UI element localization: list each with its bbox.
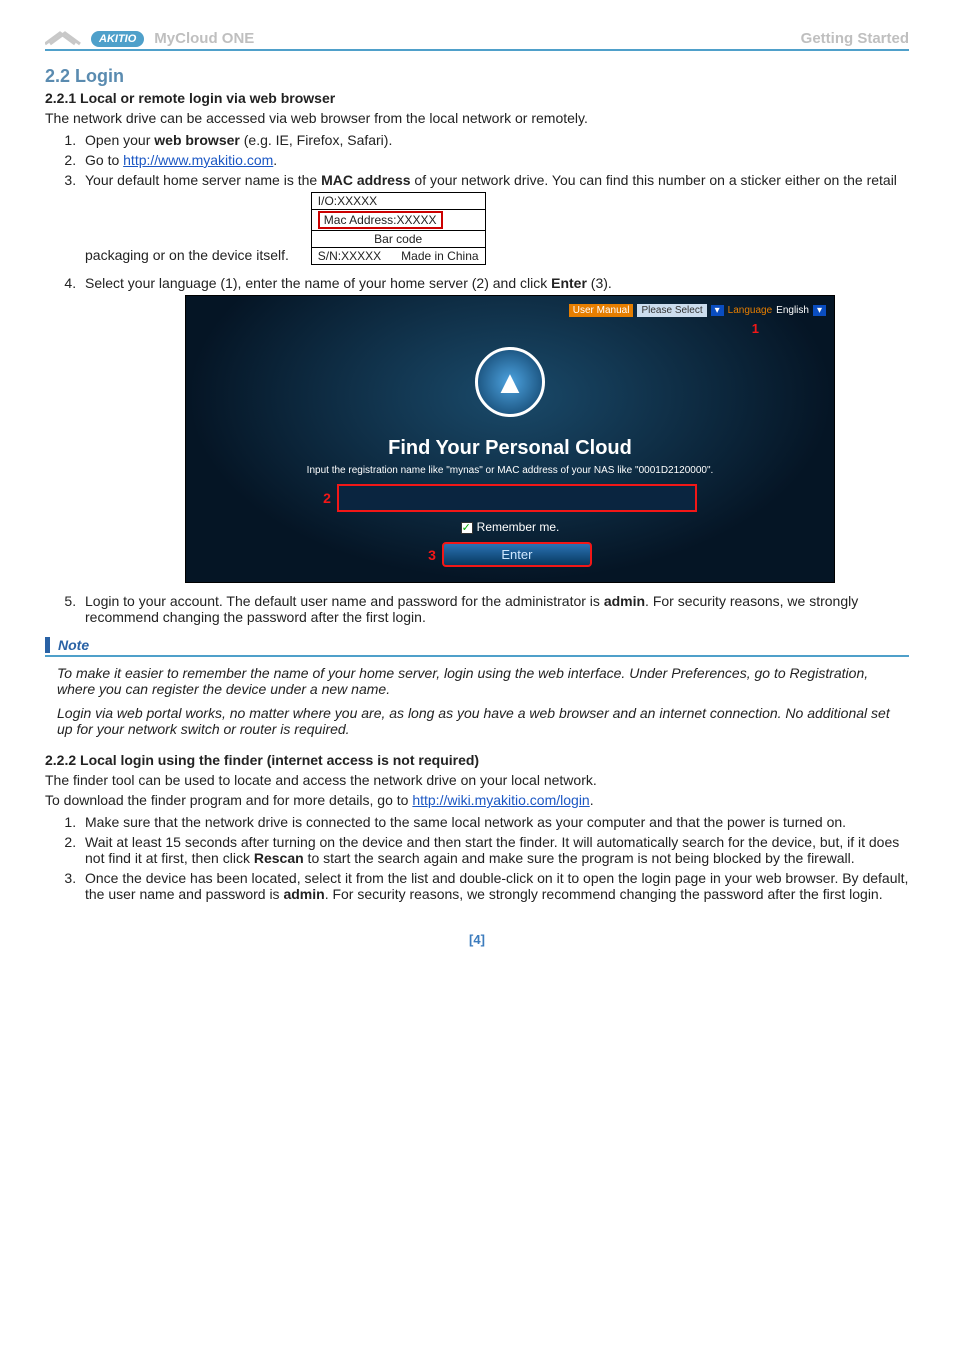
step-1: Open your web browser (e.g. IE, Firefox,… bbox=[80, 132, 909, 148]
intro-2b: To download the finder program and for m… bbox=[45, 792, 909, 808]
step-3: Your default home server name is the MAC… bbox=[80, 172, 909, 271]
product-title: MyCloud ONE bbox=[154, 30, 254, 47]
finder-step-2: Wait at least 15 seconds after turning o… bbox=[80, 834, 909, 866]
manual-select[interactable]: Please Select bbox=[637, 304, 706, 317]
finder-step-1: Make sure that the network drive is conn… bbox=[80, 814, 909, 830]
page-header: AKITIO MyCloud ONE Getting Started bbox=[45, 30, 909, 51]
intro-2a: The finder tool can be used to locate an… bbox=[45, 772, 909, 788]
language-label: Language bbox=[728, 305, 773, 316]
cloud-logo-icon: ▲ bbox=[475, 347, 545, 417]
marker-1: 1 bbox=[752, 321, 759, 336]
label-barcode: Bar code bbox=[312, 231, 485, 248]
portal-top-bar: User Manual Please Select ▾ Language Eng… bbox=[186, 304, 834, 317]
myakitio-link[interactable]: http://www.myakitio.com bbox=[123, 152, 273, 168]
note-divider bbox=[45, 655, 909, 657]
language-value: English bbox=[776, 305, 809, 316]
dropdown-icon[interactable]: ▾ bbox=[711, 305, 724, 316]
section-title: Getting Started bbox=[801, 30, 909, 47]
finder-step-3: Once the device has been located, select… bbox=[80, 870, 909, 902]
heading-2-2-2: 2.2.2 Local login using the finder (inte… bbox=[45, 752, 909, 768]
heading-2-2: 2.2 Login bbox=[45, 66, 909, 87]
label-io: I/O:XXXXX bbox=[312, 193, 485, 210]
note-title: Note bbox=[45, 637, 909, 653]
remember-checkbox[interactable] bbox=[461, 522, 473, 534]
note-block: Note To make it easier to remember the n… bbox=[45, 637, 909, 737]
portal-title: Find Your Personal Cloud bbox=[186, 437, 834, 460]
intro-text: The network drive can be accessed via we… bbox=[45, 110, 909, 126]
steps-list-2: Make sure that the network drive is conn… bbox=[80, 814, 909, 902]
note-p2: Login via web portal works, no matter wh… bbox=[57, 705, 897, 737]
chevron-icon bbox=[45, 31, 85, 46]
server-name-input[interactable] bbox=[337, 484, 697, 512]
portal-screenshot: User Manual Please Select ▾ Language Eng… bbox=[185, 295, 835, 583]
steps-list-1: Open your web browser (e.g. IE, Firefox,… bbox=[80, 132, 909, 625]
marker-2: 2 bbox=[323, 490, 331, 506]
step-4: Select your language (1), enter the name… bbox=[80, 275, 909, 583]
label-mac: Mac Address:XXXXX bbox=[312, 210, 485, 231]
user-manual-label: User Manual bbox=[569, 304, 634, 317]
remember-row: Remember me. bbox=[186, 520, 834, 534]
logo-badge: AKITIO bbox=[91, 31, 144, 47]
wiki-link[interactable]: http://wiki.myakitio.com/login bbox=[412, 792, 589, 808]
label-sn-row: S/N:XXXXX Made in China bbox=[312, 248, 485, 264]
heading-2-2-1: 2.2.1 Local or remote login via web brow… bbox=[45, 90, 909, 106]
dropdown-icon[interactable]: ▾ bbox=[813, 305, 826, 316]
enter-button[interactable]: Enter bbox=[442, 542, 592, 567]
brand-logo: AKITIO bbox=[45, 31, 144, 47]
marker-3: 3 bbox=[428, 547, 436, 563]
step-5: Login to your account. The default user … bbox=[80, 593, 909, 625]
portal-subtext: Input the registration name like "mynas"… bbox=[186, 465, 834, 476]
page-number: [4] bbox=[45, 932, 909, 947]
step-2: Go to http://www.myakitio.com. bbox=[80, 152, 909, 168]
device-label-sticker: I/O:XXXXX Mac Address:XXXXX Bar code S/N… bbox=[311, 192, 486, 265]
note-p1: To make it easier to remember the name o… bbox=[57, 665, 897, 697]
